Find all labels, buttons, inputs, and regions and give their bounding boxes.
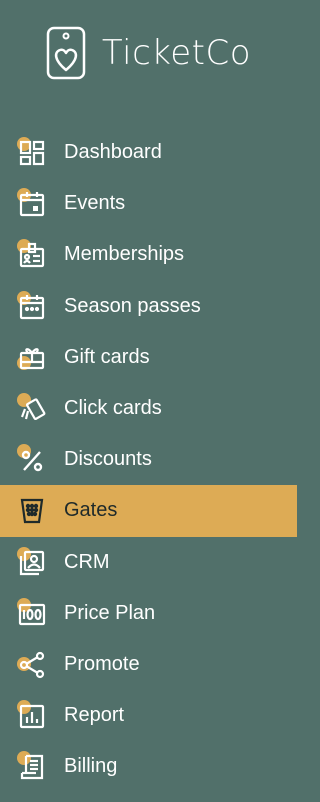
sidebar-item-label: Promote	[64, 652, 140, 675]
contact-icon	[18, 549, 46, 577]
sidebar-item-crm[interactable]: CRM	[0, 537, 297, 588]
scanner-icon	[18, 497, 46, 525]
sidebar-item-price-plan[interactable]: Price Plan	[0, 588, 297, 639]
sidebar-item-click-cards[interactable]: Click cards	[0, 383, 297, 434]
sidebar-item-gift-cards[interactable]: Gift cards	[0, 332, 297, 383]
sidebar-item-promote[interactable]: Promote	[0, 639, 297, 690]
sidebar-item-memberships[interactable]: Memberships	[0, 229, 297, 280]
sidebar-nav: Dashboard Events Memberships Season pass…	[0, 127, 297, 792]
sidebar-item-label: Click cards	[64, 397, 162, 420]
dashboard-icon	[18, 139, 46, 167]
sidebar-item-label: Discounts	[64, 448, 152, 471]
gift-card-icon	[18, 344, 46, 372]
click-card-icon	[18, 395, 46, 423]
sidebar-item-dashboard[interactable]: Dashboard	[0, 127, 297, 178]
sidebar-item-label: Gates	[64, 499, 118, 522]
sidebar-item-label: Billing	[64, 755, 118, 778]
sidebar-item-label: CRM	[64, 550, 110, 573]
brand-name: TicketCo	[101, 33, 252, 73]
sidebar-item-events[interactable]: Events	[0, 178, 297, 229]
calendar-icon	[18, 190, 46, 218]
sidebar-item-discounts[interactable]: Discounts	[0, 434, 297, 485]
sidebar-item-label: Events	[64, 192, 126, 215]
sidebar-item-label: Price Plan	[64, 601, 156, 624]
sidebar-item-label: Dashboard	[64, 141, 162, 164]
brand[interactable]: TicketCo	[0, 25, 297, 81]
report-icon	[18, 702, 46, 730]
membership-card-icon	[18, 241, 46, 269]
sidebar-item-label: Memberships	[64, 243, 185, 266]
sidebar-item-billing[interactable]: Billing	[0, 741, 297, 792]
sidebar-item-label: Report	[64, 704, 125, 727]
share-icon	[18, 651, 46, 679]
sidebar-item-label: Season passes	[64, 294, 201, 317]
ticket-heart-logo-icon	[46, 26, 86, 80]
calendar-grid-icon	[18, 293, 46, 321]
percent-icon	[18, 446, 46, 474]
billing-icon	[18, 753, 46, 781]
sidebar-item-gates[interactable]: Gates	[0, 485, 297, 537]
sidebar-item-report[interactable]: Report	[0, 690, 297, 741]
price-plan-icon	[18, 600, 46, 628]
sidebar-item-season-passes[interactable]: Season passes	[0, 281, 297, 332]
sidebar-item-label: Gift cards	[64, 345, 150, 368]
